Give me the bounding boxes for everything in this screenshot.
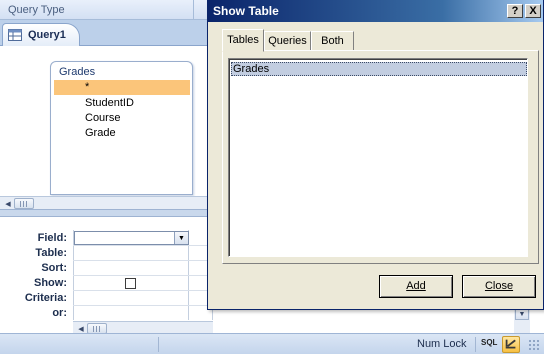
grid-label-show: Show:: [34, 277, 67, 289]
query1-document-tab[interactable]: Query1: [2, 23, 80, 47]
tab-both[interactable]: Both: [311, 31, 354, 52]
grid-row-divider: [73, 260, 213, 261]
tab-tables[interactable]: Tables: [222, 29, 264, 52]
grid-label-sort: Sort:: [41, 262, 67, 274]
field-item-grade[interactable]: Grade: [54, 126, 190, 141]
grid-row-divider: [73, 245, 213, 246]
table-list[interactable]: Grades: [228, 58, 528, 257]
dialog-title: Show Table: [213, 4, 279, 18]
dialog-title-bar[interactable]: Show Table ? X: [208, 0, 543, 22]
show-checkbox[interactable]: [125, 278, 136, 289]
add-button-label: Add: [406, 280, 426, 292]
ribbon-separator: [193, 0, 194, 20]
grid-row-labels: Field: Table: Sort: Show: Criteria: or:: [0, 217, 73, 321]
help-button[interactable]: ?: [507, 4, 523, 18]
field-list-title: Grades: [59, 66, 96, 78]
list-item-grades[interactable]: Grades: [231, 62, 527, 76]
document-tab-label: Query1: [28, 29, 66, 41]
close-window-button[interactable]: X: [525, 4, 541, 18]
field-item-asterisk[interactable]: *: [54, 80, 190, 95]
field-item-label: Grade: [85, 127, 116, 139]
grid-horizontal-scrollbar[interactable]: ◀: [73, 321, 213, 334]
grid-row-divider: [73, 290, 213, 291]
grid-row-divider: [73, 275, 213, 276]
field-item-studentid[interactable]: StudentID: [54, 96, 190, 111]
grid-label-criteria: Criteria:: [24, 292, 67, 304]
close-button-label: Close: [484, 280, 514, 292]
status-bar: Num Lock SQL: [0, 333, 544, 354]
grid-vertical-scrollbar[interactable]: ▼: [514, 307, 530, 333]
design-horizontal-scrollbar[interactable]: ◀: [0, 196, 210, 209]
chevron-down-icon[interactable]: ▼: [174, 232, 188, 244]
close-button[interactable]: Close: [462, 275, 536, 298]
design-view-button[interactable]: [502, 336, 520, 353]
grid-row-divider: [73, 305, 213, 306]
num-lock-indicator: Num Lock: [417, 338, 467, 350]
query-icon: [8, 29, 22, 41]
grades-field-list[interactable]: Grades * StudentID Course Grade: [50, 61, 193, 195]
status-divider: [475, 337, 476, 352]
design-view-icon: [505, 339, 516, 349]
sql-view-button[interactable]: SQL: [481, 338, 497, 347]
grid-label-or: or:: [52, 307, 67, 319]
query-type-group-label: Query Type: [8, 4, 65, 16]
field-cell-input[interactable]: ▼: [74, 231, 189, 245]
grid-label-field: Field:: [37, 232, 67, 244]
scroll-left-icon[interactable]: ◀: [2, 198, 14, 209]
show-table-dialog: Show Table ? X Tables Queries Both Grade…: [207, 0, 544, 310]
grip-icon: [20, 201, 28, 207]
grip-icon: [93, 326, 101, 332]
field-item-course[interactable]: Course: [54, 111, 190, 126]
field-item-label: StudentID: [85, 97, 134, 109]
add-button[interactable]: Add: [379, 275, 453, 298]
grid-label-table: Table:: [35, 247, 67, 259]
field-item-label: Course: [85, 112, 121, 124]
pane-splitter[interactable]: [0, 209, 210, 217]
scroll-thumb[interactable]: [14, 198, 34, 209]
field-item-label: *: [85, 81, 90, 93]
tab-queries[interactable]: Queries: [264, 31, 311, 52]
status-divider: [158, 337, 159, 352]
resize-grip-icon[interactable]: [528, 339, 540, 351]
